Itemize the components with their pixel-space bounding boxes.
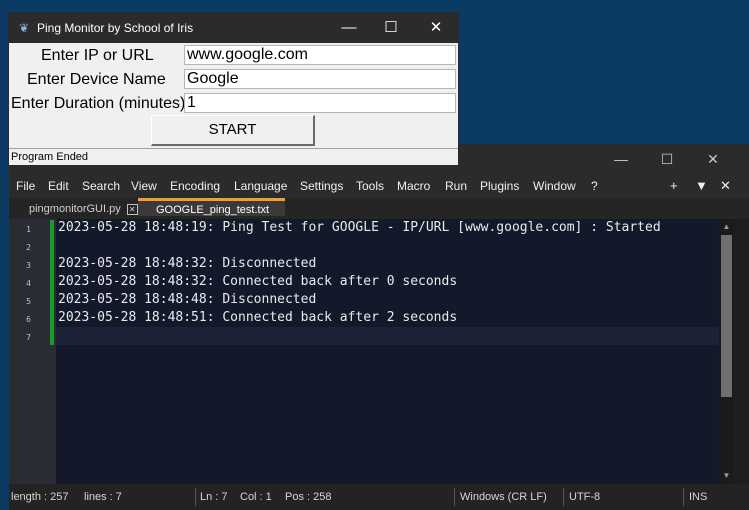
device-name-label: Enter Device Name [27,71,166,88]
ip-input[interactable]: www.google.com [184,45,456,65]
menu-window[interactable]: Window [533,179,576,193]
status-pos: Pos : 258 [285,491,332,503]
status-col: Col : 1 [240,491,272,503]
editor-maximize-icon[interactable]: ☐ [655,150,679,168]
menu-search[interactable]: Search [82,179,120,193]
line-number: 5 [26,297,31,306]
tab-label: GOOGLE_ping_test.txt [156,204,270,216]
menu-file[interactable]: File [16,179,35,193]
window-title: Ping Monitor by School of Iris [37,21,194,35]
status-eol[interactable]: Windows (CR LF) [460,491,547,503]
ping-monitor-title-bar[interactable]: ❦ Ping Monitor by School of Iris — ☐ ✕ [9,13,458,43]
status-length: length : 257 [11,491,69,503]
status-ln: Ln : 7 [200,491,228,503]
line-number: 3 [26,261,31,270]
scrollbar-thumb[interactable] [721,235,732,397]
status-lines: lines : 7 [84,491,122,503]
change-history-bar [50,220,54,345]
tab-label: pingmonitorGUI.py [29,203,121,215]
menu-plugins[interactable]: Plugins [480,179,519,193]
duration-input[interactable]: 1 [184,93,456,113]
editor-window: — ☐ ✕ File Edit Search View Encoding Lan… [9,144,749,510]
editor-line: 2023-05-28 18:48:51: Connected back afte… [58,310,458,325]
editor-status-bar: length : 257 lines : 7 Ln : 7 Col : 1 Po… [9,484,749,510]
line-number: 2 [26,243,31,252]
line-number: 1 [26,225,31,234]
status-encoding[interactable]: UTF-8 [569,491,600,503]
editor-text-area[interactable]: 2023-05-28 18:48:19: Ping Test for GOOGL… [56,219,719,484]
line-number: 7 [26,333,31,342]
editor-line: 2023-05-28 18:48:32: Disconnected [58,256,317,271]
editor-close-icon[interactable]: ✕ [701,150,725,168]
menu-view[interactable]: View [131,179,157,193]
current-line-highlight [56,327,719,345]
menu-edit[interactable]: Edit [48,179,69,193]
editor-minimize-icon[interactable]: — [609,150,633,168]
scroll-down-icon[interactable]: ▼ [721,470,732,482]
editor-menu-bar: File Edit Search View Encoding Language … [9,174,749,198]
status-label: Program Ended [9,148,458,165]
menu-tools[interactable]: Tools [356,179,384,193]
editor-line: 2023-05-28 18:48:19: Ping Test for GOOGL… [58,220,661,235]
tab-list-down-icon[interactable]: ▼ [695,178,708,193]
vertical-scrollbar[interactable]: ▲ ▼ [719,219,734,484]
editor-line: 2023-05-28 18:48:32: Connected back afte… [58,274,458,289]
menu-settings[interactable]: Settings [300,179,343,193]
feather-icon: ❦ [19,21,30,35]
maximize-icon[interactable]: ☐ [378,18,404,38]
status-insert-mode: INS [689,491,708,503]
tab-pingmonitorgui[interactable]: pingmonitorGUI.py ✕ [29,200,138,219]
menu-encoding[interactable]: Encoding [170,179,220,193]
close-icon[interactable]: ✕ [423,18,449,38]
menu-macro[interactable]: Macro [397,179,430,193]
ping-monitor-window: ❦ Ping Monitor by School of Iris — ☐ ✕ E… [8,12,459,166]
new-tab-plus-icon[interactable]: + [670,178,678,193]
tab-google-ping-test[interactable]: GOOGLE_ping_test.txt✕ [138,198,285,234]
menu-close-icon[interactable]: ✕ [720,178,731,194]
ip-label: Enter IP or URL [41,47,154,64]
menu-run[interactable]: Run [445,179,467,193]
line-number-gutter: 1 2 3 4 5 6 7 [9,219,56,484]
menu-language[interactable]: Language [234,179,287,193]
device-name-input[interactable]: Google [184,69,456,89]
tab-close-icon[interactable]: ✕ [126,203,138,215]
editor-line: 2023-05-28 18:48:48: Disconnected [58,292,317,307]
scroll-up-icon[interactable]: ▲ [721,221,732,233]
duration-label: Enter Duration (minutes) [11,95,186,112]
menu-help[interactable]: ? [591,179,598,193]
minimize-icon[interactable]: — [336,18,362,38]
start-button[interactable]: START [151,115,315,146]
line-number: 4 [26,279,31,288]
line-number: 6 [26,315,31,324]
editor-tab-bar: pingmonitorGUI.py ✕ GOOGLE_ping_test.txt✕ [9,198,749,234]
